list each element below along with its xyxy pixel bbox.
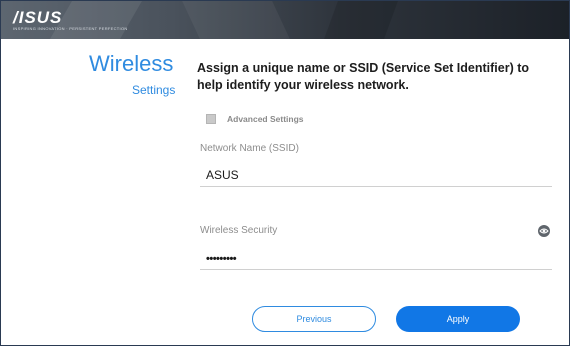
security-underline <box>200 269 552 270</box>
ssid-label: Network Name (SSID) <box>200 143 299 154</box>
eye-icon[interactable] <box>538 225 550 237</box>
security-password-input[interactable]: ••••••••• <box>206 253 237 265</box>
banner-facet <box>182 1 290 39</box>
page-subtitle: Settings <box>132 83 176 97</box>
asus-logo: /ISUS INSPIRING INNOVATION · PERSISTENT … <box>13 8 127 31</box>
ssid-input[interactable] <box>206 167 536 183</box>
advanced-settings-toggle[interactable]: Advanced Settings <box>206 114 304 124</box>
ssid-underline <box>200 186 552 187</box>
security-label: Wireless Security <box>200 225 278 236</box>
logo-wordmark: /ISUS <box>13 8 63 27</box>
checkbox-icon[interactable] <box>206 114 216 124</box>
header-banner: /ISUS INSPIRING INNOVATION · PERSISTENT … <box>1 1 569 39</box>
advanced-settings-label: Advanced Settings <box>227 114 304 124</box>
logo-tagline: INSPIRING INNOVATION · PERSISTENT PERFEC… <box>13 26 128 31</box>
banner-facet <box>324 1 398 39</box>
previous-button[interactable]: Previous <box>252 306 376 332</box>
router-setup-window: /ISUS INSPIRING INNOVATION · PERSISTENT … <box>0 0 570 346</box>
page-title: Wireless <box>89 51 174 76</box>
apply-button[interactable]: Apply <box>396 306 520 332</box>
instruction-heading: Assign a unique name or SSID (Service Se… <box>197 61 530 92</box>
